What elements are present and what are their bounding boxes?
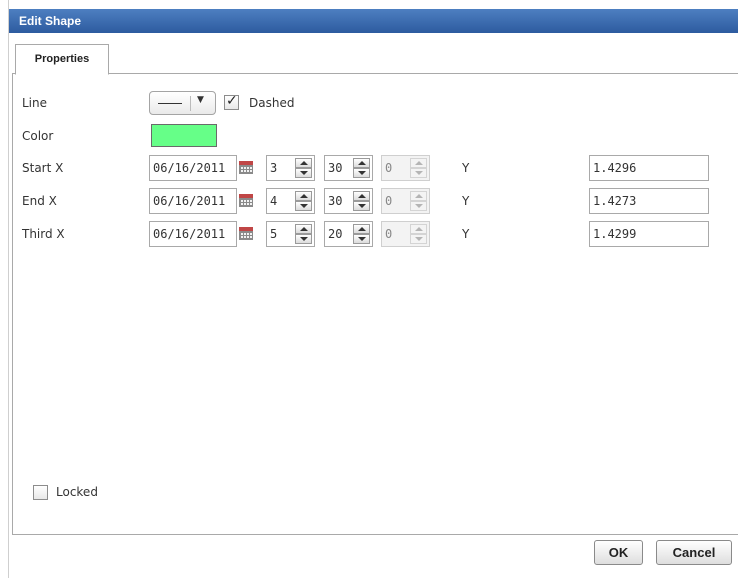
third-x-date-input[interactable]: 06/16/2011	[149, 221, 237, 247]
end-x-minute-spinner[interactable]: 30	[324, 188, 373, 214]
end-y-label: Y	[462, 194, 470, 208]
dashed-label: Dashed	[249, 96, 295, 110]
spin-up-icon[interactable]	[353, 191, 370, 201]
end-x-hour-spinner[interactable]: 4	[266, 188, 315, 214]
properties-panel: Line ▼ ✓ Dashed Color Start X 06/16/2011…	[12, 73, 738, 535]
calendar-icon[interactable]	[239, 161, 253, 174]
spin-down-icon[interactable]	[295, 234, 312, 244]
spin-down-icon[interactable]	[353, 201, 370, 211]
start-y-label: Y	[462, 161, 470, 175]
start-x-date-input[interactable]: 06/16/2011	[149, 155, 237, 181]
spin-down-icon	[410, 234, 427, 244]
spin-down-icon[interactable]	[295, 201, 312, 211]
start-x-second-spinner: 0	[381, 155, 430, 181]
spin-up-icon[interactable]	[295, 224, 312, 234]
start-y-input[interactable]: 1.4296	[589, 155, 709, 181]
cancel-button[interactable]: Cancel	[656, 540, 732, 565]
spin-up-icon[interactable]	[353, 224, 370, 234]
spin-up-icon	[410, 158, 427, 168]
spin-down-icon[interactable]	[353, 168, 370, 178]
spin-up-icon[interactable]	[295, 158, 312, 168]
edit-shape-dialog: Edit Shape Properties Line ▼ ✓ Dashed Co…	[9, 9, 738, 578]
checkmark-icon: ✓	[226, 93, 238, 109]
third-y-input[interactable]: 1.4299	[589, 221, 709, 247]
start-x-minute-spinner[interactable]: 30	[324, 155, 373, 181]
end-x-date-input[interactable]: 06/16/2011	[149, 188, 237, 214]
spin-up-icon[interactable]	[353, 158, 370, 168]
line-style-dropdown[interactable]: ▼	[149, 91, 216, 115]
spin-down-icon[interactable]	[295, 168, 312, 178]
locked-label: Locked	[56, 485, 98, 499]
spin-down-icon	[410, 168, 427, 178]
third-y-label: Y	[462, 227, 470, 241]
third-x-hour-spinner[interactable]: 5	[266, 221, 315, 247]
chevron-down-icon: ▼	[197, 95, 204, 105]
spin-up-icon	[410, 224, 427, 234]
solid-line-sample	[158, 103, 182, 104]
calendar-icon[interactable]	[239, 227, 253, 240]
dashed-checkbox[interactable]: ✓	[224, 93, 239, 110]
spin-down-icon	[410, 201, 427, 211]
line-label: Line	[22, 96, 48, 110]
ok-button[interactable]: OK	[594, 540, 643, 565]
third-x-second-spinner: 0	[381, 221, 430, 247]
tab-strip: Properties	[12, 33, 738, 75]
color-label: Color	[22, 129, 54, 143]
third-x-minute-spinner[interactable]: 20	[324, 221, 373, 247]
end-y-input[interactable]: 1.4273	[589, 188, 709, 214]
spin-down-icon[interactable]	[353, 234, 370, 244]
color-swatch[interactable]	[151, 124, 217, 147]
start-x-hour-spinner[interactable]: 3	[266, 155, 315, 181]
tab-properties[interactable]: Properties	[15, 44, 109, 75]
end-x-second-spinner: 0	[381, 188, 430, 214]
end-x-label: End X	[22, 194, 57, 208]
spin-up-icon	[410, 191, 427, 201]
third-x-label: Third X	[22, 227, 65, 241]
calendar-icon[interactable]	[239, 194, 253, 207]
background-window-edge	[0, 0, 9, 578]
dialog-title: Edit Shape	[9, 9, 738, 33]
locked-checkbox[interactable]	[33, 485, 48, 500]
spin-up-icon[interactable]	[295, 191, 312, 201]
start-x-label: Start X	[22, 161, 64, 175]
